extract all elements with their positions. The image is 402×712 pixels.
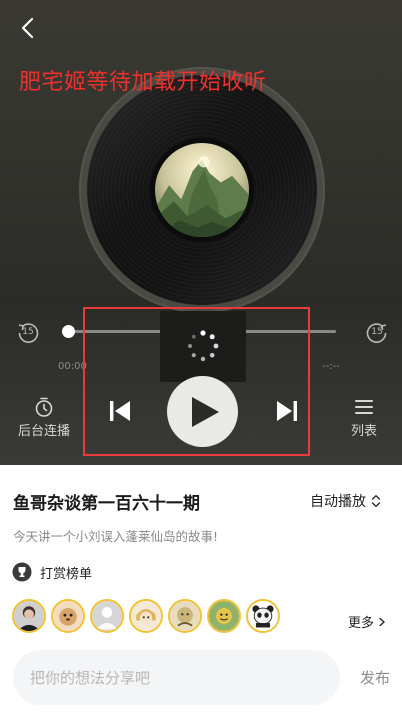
previous-button[interactable]	[108, 399, 132, 423]
album-art-mountains	[155, 143, 249, 237]
trophy-icon	[12, 562, 32, 582]
background-play-button[interactable]: 后台连播	[14, 396, 74, 439]
play-icon	[192, 397, 219, 427]
progress-thumb[interactable]	[62, 325, 75, 338]
loading-overlay	[160, 311, 246, 382]
autoplay-toggle[interactable]: 自动播放	[310, 491, 382, 511]
playlist-label: 列表	[350, 424, 377, 439]
skip-back-15-button[interactable]: 15	[16, 321, 40, 345]
publish-button[interactable]: 发布	[360, 667, 390, 688]
avatar[interactable]	[12, 599, 46, 633]
loading-spinner-icon	[188, 330, 219, 362]
back-icon	[21, 17, 34, 39]
chevron-right-icon	[379, 617, 386, 626]
avatar-image	[92, 601, 122, 631]
skip-back-label: 15	[22, 327, 34, 337]
reward-ranking-label: 打赏榜单	[40, 566, 93, 582]
current-time: 00:00	[58, 361, 87, 372]
avatar-image	[53, 601, 83, 631]
skip-forward-15-button[interactable]: 15	[365, 321, 389, 345]
episode-title: 鱼哥杂谈第一百六十一期	[13, 494, 200, 514]
skip-forward-label: 15	[371, 327, 383, 337]
avatar[interactable]	[207, 599, 241, 633]
back-button[interactable]	[12, 12, 44, 44]
avatar-image	[248, 601, 278, 631]
reward-ranking-header[interactable]: 打赏榜单	[12, 562, 92, 582]
avatar[interactable]	[129, 599, 163, 633]
avatar-image	[131, 601, 161, 631]
next-button[interactable]	[275, 399, 299, 423]
avatar[interactable]	[246, 599, 280, 633]
avatar-image	[209, 601, 239, 631]
chevron-up-down-icon	[371, 494, 381, 508]
autoplay-label: 自动播放	[310, 494, 366, 510]
previous-icon	[110, 401, 130, 421]
album-cover	[150, 138, 254, 242]
avatar-image	[170, 601, 200, 631]
more-tippers-link[interactable]: 更多	[348, 612, 386, 631]
avatar[interactable]	[51, 599, 85, 633]
avatar[interactable]	[90, 599, 124, 633]
background-play-label: 后台连播	[17, 424, 70, 439]
loading-promo-text: 肥宅姬等待加载开始收听	[19, 70, 267, 95]
timer-icon	[35, 397, 53, 417]
comment-input[interactable]	[13, 650, 340, 705]
player-panel: 肥宅姬等待加载开始收听 15 15 00:00 --:-- 后台连播 列表	[0, 0, 402, 465]
avatar-image	[14, 601, 44, 631]
avatar[interactable]	[168, 599, 202, 633]
play-button[interactable]	[167, 376, 238, 447]
episode-description: 今天讲一个小刘误入蓬莱仙岛的故事!	[13, 529, 219, 544]
list-icon	[355, 400, 373, 414]
vinyl-record	[87, 75, 317, 305]
episode-info-panel: 鱼哥杂谈第一百六十一期 自动播放 今天讲一个小刘误入蓬莱仙岛的故事! 打赏榜单	[0, 465, 402, 712]
more-label: 更多	[348, 616, 375, 631]
playlist-button[interactable]: 列表	[344, 397, 384, 439]
next-icon	[277, 401, 297, 421]
total-time: --:--	[322, 361, 340, 372]
